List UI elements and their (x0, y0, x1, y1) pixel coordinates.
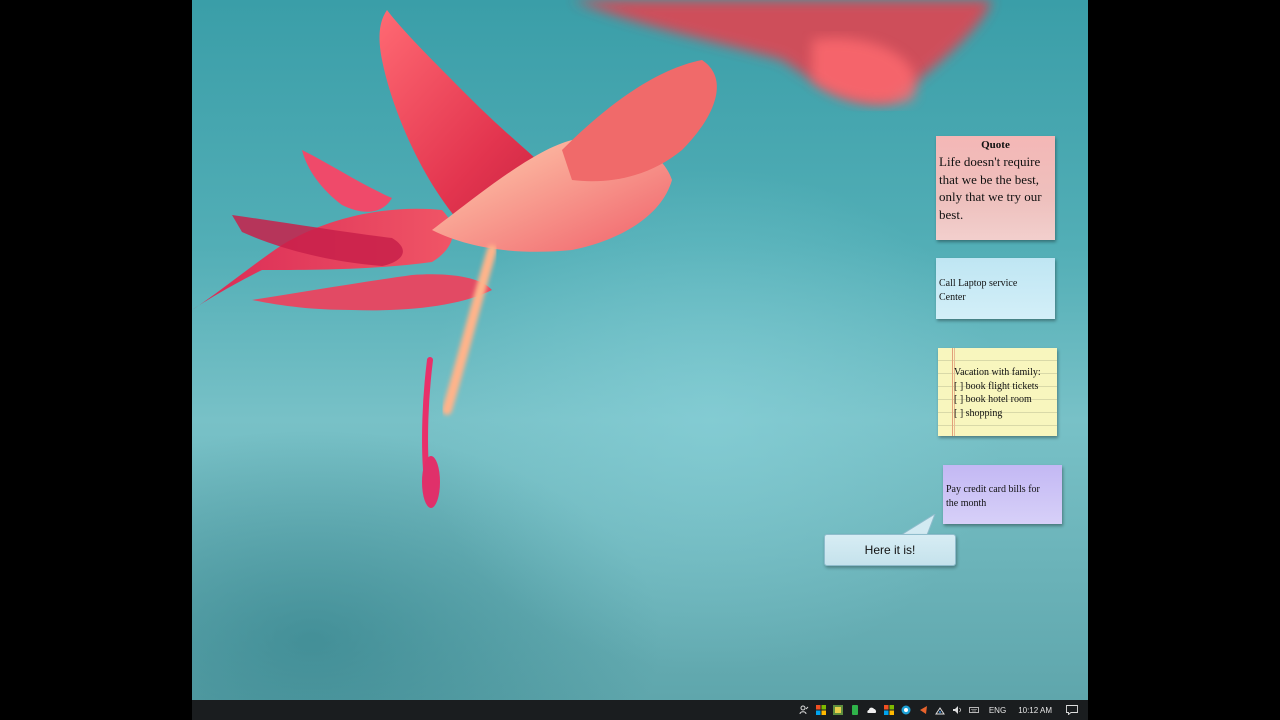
note-margin-line (952, 348, 953, 436)
app-icon-windows-2[interactable] (884, 705, 895, 715)
people-icon[interactable] (799, 705, 809, 715)
keyboard-icon[interactable] (969, 705, 980, 715)
sticky-note-quote-body: Life doesn't require that we be the best… (939, 154, 1042, 222)
taskbar-clock[interactable]: 10:12 AM (1018, 706, 1052, 715)
app-icon-orange[interactable] (918, 705, 928, 715)
volume-icon[interactable] (952, 705, 962, 715)
letterbox-left (0, 0, 192, 720)
action-center-icon[interactable] (1066, 705, 1078, 715)
sticky-note-quote[interactable]: Quote Life doesn't require that we be th… (936, 136, 1055, 240)
sticky-note-laptop-line2: Center (939, 291, 966, 303)
sticky-note-laptop-service[interactable]: Call Laptop service Center (936, 258, 1055, 319)
vacation-item-hotel: [ ] book hotel room (954, 394, 1032, 405)
app-icon-green[interactable] (850, 705, 860, 715)
network-icon[interactable] (935, 705, 946, 715)
sticky-note-laptop-line1: Call Laptop service (939, 278, 1018, 289)
sticky-note-quote-title: Quote (981, 139, 1010, 151)
vacation-item-flights: [ ] book flight tickets (954, 380, 1039, 392)
onedrive-icon[interactable] (867, 705, 877, 715)
language-indicator[interactable]: ENG (989, 706, 1006, 715)
app-icon-windows[interactable] (816, 705, 827, 715)
vacation-heading: Vacation with family: (954, 367, 1041, 378)
desktop[interactable]: Quote Life doesn't require that we be th… (192, 0, 1088, 700)
taskbar: ENG 10:12 AM (192, 700, 1088, 720)
sticky-note-bills-line2: the month (946, 497, 987, 509)
app-icon-colored[interactable] (833, 705, 844, 715)
sticky-note-vacation[interactable]: Vacation with family: [ ] book flight ti… (938, 348, 1057, 436)
app-icon-blue[interactable] (901, 705, 911, 715)
letterbox-right (1088, 0, 1280, 720)
system-tray: ENG 10:12 AM (796, 700, 1088, 720)
sticky-note-bills[interactable]: Pay credit card bills for the month (943, 465, 1062, 524)
tooltip-tail (899, 514, 936, 536)
sticky-note-bills-line1: Pay credit card bills for (946, 484, 1040, 495)
vacation-item-shopping: [ ] shopping (954, 407, 1003, 419)
tooltip-bubble: Here it is! (824, 534, 956, 566)
